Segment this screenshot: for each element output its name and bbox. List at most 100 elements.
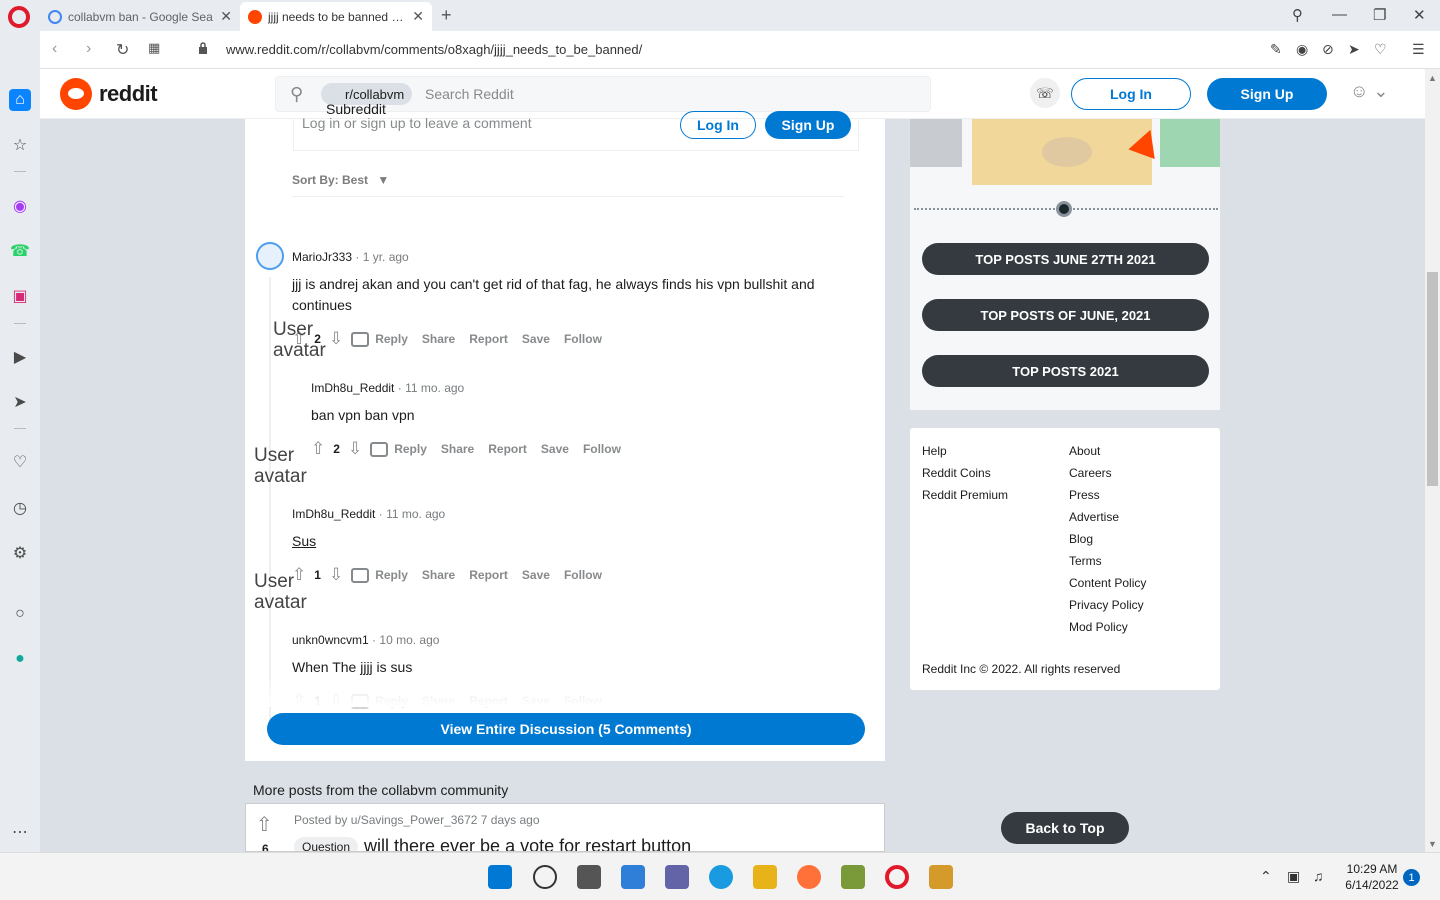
opera-taskbar-icon[interactable] (885, 865, 909, 889)
avatar[interactable]: User avatar (254, 571, 307, 613)
tips-bulb-icon[interactable]: ○ (9, 603, 31, 625)
back-to-top-button[interactable]: Back to Top (1001, 812, 1129, 844)
comment-author[interactable]: ImDh8u_Reddit (311, 381, 394, 395)
comment-time[interactable]: 11 mo. ago (386, 507, 445, 521)
advertise-megaphone-icon[interactable]: ☏ (1030, 78, 1060, 108)
footer-link-premium[interactable]: Reddit Premium (922, 488, 1008, 502)
follow-button[interactable]: Follow (564, 568, 602, 582)
notification-badge[interactable]: 1 (1403, 869, 1420, 886)
save-button[interactable]: Save (522, 568, 550, 582)
share-button[interactable]: Share (441, 442, 474, 456)
heart-icon[interactable]: ♡ (1374, 41, 1387, 58)
footer-link-careers[interactable]: Careers (1069, 466, 1112, 480)
bookmarks-heart-icon[interactable]: ♡ (9, 451, 31, 473)
footer-link-blog[interactable]: Blog (1069, 532, 1093, 546)
post-title[interactable]: will there ever be a vote for restart bu… (364, 836, 691, 851)
save-button[interactable]: Save (541, 442, 569, 456)
report-button[interactable]: Report (469, 568, 508, 582)
footer-link-press[interactable]: Press (1069, 488, 1100, 502)
instagram-icon[interactable]: ▣ (9, 285, 31, 307)
edit-icon[interactable]: ✎ (1270, 41, 1282, 58)
store-icon[interactable] (753, 865, 777, 889)
network-icon[interactable]: ▣ (1287, 868, 1300, 885)
footer-link-terms[interactable]: Terms (1069, 554, 1102, 568)
forward-icon[interactable]: › (86, 40, 91, 58)
upvote-icon[interactable]: ⇧ (292, 565, 306, 585)
edge-icon[interactable] (709, 865, 733, 889)
more-post-card[interactable]: ⇧ 6 Posted by u/Savings_Power_3672 7 day… (245, 803, 885, 852)
footer-link-about[interactable]: About (1069, 444, 1100, 458)
carousel-thumbnail[interactable] (1160, 119, 1220, 167)
search-bar[interactable]: ⚲ r/collabvm Subreddit Icon Search Reddi… (275, 76, 931, 133)
firefox-icon[interactable] (797, 865, 821, 889)
player-icon[interactable]: ▶ (9, 346, 31, 368)
comment-author[interactable]: unkn0wncvm1 (292, 633, 369, 647)
comment-author[interactable]: MarioJr333 (292, 250, 352, 264)
tray-chevron-icon[interactable]: ⌃ (1260, 868, 1272, 885)
report-button[interactable]: Report (469, 332, 508, 346)
carousel-thumbnail[interactable] (910, 119, 962, 167)
post-meta[interactable]: Posted by u/Savings_Power_3672 7 days ag… (294, 813, 540, 827)
upvote-icon[interactable]: ⇧ (311, 439, 325, 459)
comment-time[interactable]: 10 mo. ago (379, 633, 439, 647)
search-tabs-icon[interactable]: ⚲ (1292, 6, 1303, 24)
sort-dropdown[interactable]: Sort By: Best ▼ (292, 173, 389, 187)
avatar[interactable]: User avatar (273, 319, 326, 361)
more-icon[interactable]: ⋯ (9, 821, 31, 843)
signup-button[interactable]: Sign Up (1207, 78, 1327, 110)
speed-dial-icon[interactable]: ▦ (148, 40, 160, 56)
clock[interactable]: 10:29 AM 6/14/2022 (1340, 861, 1404, 893)
home-icon[interactable]: ⌂ (9, 89, 31, 111)
footer-link-content-policy[interactable]: Content Policy (1069, 576, 1146, 590)
scroll-thumb[interactable] (1427, 272, 1438, 486)
easy-setup-icon[interactable]: ☰ (1412, 41, 1425, 58)
settings-gear-icon[interactable]: ⚙ (9, 542, 31, 564)
share-button[interactable]: Share (422, 568, 455, 582)
task-view-icon[interactable] (577, 865, 601, 889)
teams-chat-icon[interactable] (665, 865, 689, 889)
save-button[interactable]: Save (522, 332, 550, 346)
prompt-signup-button[interactable]: Sign Up (765, 111, 851, 139)
follow-button[interactable]: Follow (583, 442, 621, 456)
reply-button[interactable]: Reply (375, 568, 408, 582)
comment-author[interactable]: ImDh8u_Reddit (292, 507, 375, 521)
footer-link-advertise[interactable]: Advertise (1069, 510, 1119, 524)
report-button[interactable]: Report (488, 442, 527, 456)
comment-time[interactable]: 11 mo. ago (405, 381, 464, 395)
tab-google-search[interactable]: collabvm ban - Google Sea ✕ (40, 2, 240, 31)
search-input[interactable]: Search Reddit (425, 86, 514, 102)
close-window-icon[interactable]: ✕ (1413, 6, 1426, 24)
back-icon[interactable]: ‹ (52, 40, 57, 58)
reddit-wordmark[interactable]: reddit (99, 81, 158, 107)
whatsapp-icon[interactable]: ☎ (9, 240, 31, 262)
downvote-icon[interactable]: ⇩ (329, 565, 343, 585)
avatar[interactable]: User avatar (254, 445, 307, 487)
history-icon[interactable]: ◷ (9, 497, 31, 519)
login-button[interactable]: Log In (1071, 78, 1191, 110)
messenger-icon[interactable]: ◉ (9, 195, 31, 217)
url-field[interactable]: www.reddit.com/r/collabvm/comments/o8xag… (226, 42, 642, 57)
page-scrollbar[interactable]: ▲ ▼ (1425, 69, 1440, 852)
flow-icon[interactable]: ➤ (9, 391, 31, 413)
search-icon[interactable] (533, 865, 557, 889)
tab-reddit-post[interactable]: jjjj needs to be banned : co ✕ (240, 2, 432, 31)
footer-link-help[interactable]: Help (922, 444, 947, 458)
volume-icon[interactable]: ♫ (1313, 868, 1324, 884)
view-entire-discussion-button[interactable]: View Entire Discussion (5 Comments) (267, 713, 865, 745)
footer-link-privacy-policy[interactable]: Privacy Policy (1069, 598, 1144, 612)
windows-start-icon[interactable] (488, 865, 512, 889)
speed-dial-star-icon[interactable]: ☆ (9, 134, 31, 156)
aria-icon[interactable]: ● (9, 648, 31, 670)
close-tab-icon[interactable]: ✕ (220, 8, 232, 25)
new-tab-button[interactable]: + (441, 5, 452, 26)
close-tab-icon[interactable]: ✕ (412, 8, 424, 25)
app-icon[interactable] (929, 865, 953, 889)
opera-logo-icon[interactable] (8, 6, 30, 28)
adblock-icon[interactable]: ⊘ (1322, 41, 1334, 58)
follow-button[interactable]: Follow (564, 332, 602, 346)
upvote-icon[interactable]: ⇧ (256, 812, 273, 837)
minimize-icon[interactable]: — (1332, 6, 1347, 23)
widgets-icon[interactable] (621, 865, 645, 889)
comment-time[interactable]: 1 yr. ago (363, 250, 409, 264)
carousel-indicator[interactable] (1056, 201, 1072, 217)
